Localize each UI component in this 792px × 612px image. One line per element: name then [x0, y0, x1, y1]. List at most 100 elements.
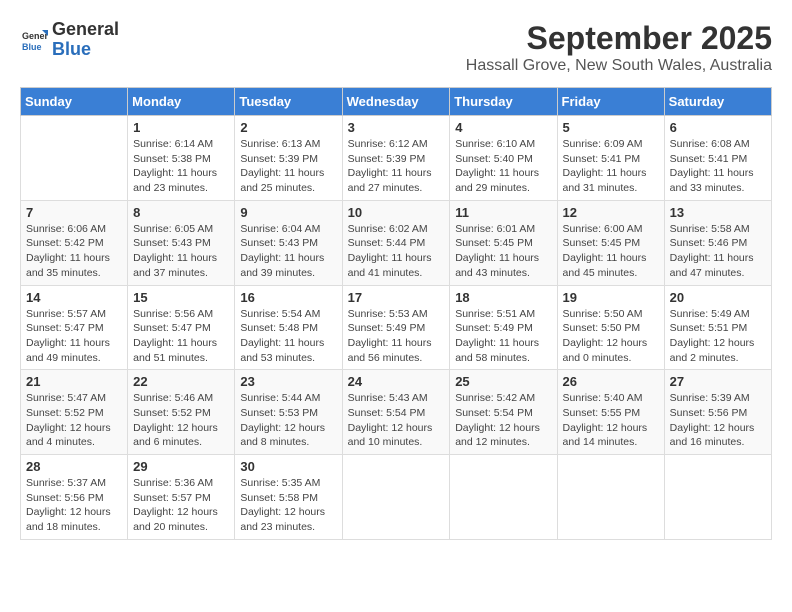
weekday-header-thursday: Thursday [450, 88, 557, 116]
day-number: 11 [455, 205, 551, 220]
svg-text:General: General [22, 31, 48, 41]
day-number: 14 [26, 290, 122, 305]
day-number: 19 [563, 290, 659, 305]
calendar-cell: 26 Sunrise: 5:40 AM Sunset: 5:55 PM Dayli… [557, 370, 664, 455]
calendar-cell: 15 Sunrise: 5:56 AM Sunset: 5:47 PM Dayli… [128, 285, 235, 370]
calendar-cell: 29Sunrise: 5:36 AM Sunset: 5:57 PM Dayli… [128, 455, 235, 540]
calendar-cell [664, 455, 771, 540]
day-number: 7 [26, 205, 122, 220]
day-number: 13 [670, 205, 766, 220]
day-info: Sunrise: 5:49 AM Sunset: 5:51 PM Dayligh… [670, 307, 766, 366]
day-info: Sunrise: 6:09 AM Sunset: 5:41 PM Dayligh… [563, 137, 659, 196]
day-info: Sunrise: 5:54 AM Sunset: 5:48 PM Dayligh… [240, 307, 336, 366]
calendar-cell: 2 Sunrise: 6:13 AM Sunset: 5:39 PM Daylig… [235, 116, 342, 201]
day-info: Sunrise: 6:13 AM Sunset: 5:39 PM Dayligh… [240, 137, 336, 196]
day-number: 4 [455, 120, 551, 135]
day-info: Sunrise: 6:14 AM Sunset: 5:38 PM Dayligh… [133, 137, 229, 196]
weekday-header-friday: Friday [557, 88, 664, 116]
month-title: September 2025 [466, 20, 772, 57]
weekday-header-saturday: Saturday [664, 88, 771, 116]
day-number: 26 [563, 374, 659, 389]
day-number: 5 [563, 120, 659, 135]
day-info: Sunrise: 5:44 AM Sunset: 5:53 PM Dayligh… [240, 391, 336, 450]
week-row-4: 21 Sunrise: 5:47 AM Sunset: 5:52 PM Dayli… [21, 370, 772, 455]
day-info: Sunrise: 6:01 AM Sunset: 5:45 PM Dayligh… [455, 222, 551, 281]
logo-icon: General Blue [20, 26, 48, 54]
day-info: Sunrise: 5:53 AM Sunset: 5:49 PM Dayligh… [348, 307, 445, 366]
day-number: 23 [240, 374, 336, 389]
calendar-cell: 6 Sunrise: 6:08 AM Sunset: 5:41 PM Daylig… [664, 116, 771, 201]
calendar-cell: 9Sunrise: 6:04 AM Sunset: 5:43 PM Daylig… [235, 200, 342, 285]
calendar-cell: 20 Sunrise: 5:49 AM Sunset: 5:51 PM Dayli… [664, 285, 771, 370]
day-info: Sunrise: 5:43 AM Sunset: 5:54 PM Dayligh… [348, 391, 445, 450]
calendar-cell: 19 Sunrise: 5:50 AM Sunset: 5:50 PM Dayli… [557, 285, 664, 370]
calendar-cell [21, 116, 128, 201]
day-number: 24 [348, 374, 445, 389]
day-number: 2 [240, 120, 336, 135]
day-number: 10 [348, 205, 445, 220]
calendar-cell: 13 Sunrise: 5:58 AM Sunset: 5:46 PM Dayli… [664, 200, 771, 285]
svg-text:Blue: Blue [22, 42, 42, 52]
day-number: 12 [563, 205, 659, 220]
day-info: Sunrise: 5:46 AM Sunset: 5:52 PM Dayligh… [133, 391, 229, 450]
calendar-cell: 16 Sunrise: 5:54 AM Sunset: 5:48 PM Dayli… [235, 285, 342, 370]
day-info: Sunrise: 5:47 AM Sunset: 5:52 PM Dayligh… [26, 391, 122, 450]
day-number: 28 [26, 459, 122, 474]
day-info: Sunrise: 5:37 AM Sunset: 5:56 PM Dayligh… [26, 476, 122, 535]
calendar-cell: 12 Sunrise: 6:00 AM Sunset: 5:45 PM Dayli… [557, 200, 664, 285]
day-info: Sunrise: 5:57 AM Sunset: 5:47 PM Dayligh… [26, 307, 122, 366]
day-info: Sunrise: 6:00 AM Sunset: 5:45 PM Dayligh… [563, 222, 659, 281]
day-info: Sunrise: 6:05 AM Sunset: 5:43 PM Dayligh… [133, 222, 229, 281]
calendar-cell: 25 Sunrise: 5:42 AM Sunset: 5:54 PM Dayli… [450, 370, 557, 455]
day-info: Sunrise: 6:12 AM Sunset: 5:39 PM Dayligh… [348, 137, 445, 196]
day-number: 9 [240, 205, 336, 220]
weekday-header-sunday: Sunday [21, 88, 128, 116]
calendar-cell: 28 Sunrise: 5:37 AM Sunset: 5:56 PM Dayli… [21, 455, 128, 540]
day-info: Sunrise: 5:39 AM Sunset: 5:56 PM Dayligh… [670, 391, 766, 450]
day-number: 6 [670, 120, 766, 135]
week-row-3: 14 Sunrise: 5:57 AM Sunset: 5:47 PM Dayli… [21, 285, 772, 370]
day-info: Sunrise: 5:51 AM Sunset: 5:49 PM Dayligh… [455, 307, 551, 366]
calendar: SundayMondayTuesdayWednesdayThursdayFrid… [20, 87, 772, 540]
logo-text: General Blue [52, 20, 119, 60]
day-number: 25 [455, 374, 551, 389]
day-info: Sunrise: 5:58 AM Sunset: 5:46 PM Dayligh… [670, 222, 766, 281]
week-row-2: 7Sunrise: 6:06 AM Sunset: 5:42 PM Daylig… [21, 200, 772, 285]
calendar-cell: 17 Sunrise: 5:53 AM Sunset: 5:49 PM Dayli… [342, 285, 450, 370]
logo: General Blue General Blue [20, 20, 119, 60]
day-info: Sunrise: 5:35 AM Sunset: 5:58 PM Dayligh… [240, 476, 336, 535]
weekday-header-monday: Monday [128, 88, 235, 116]
day-number: 17 [348, 290, 445, 305]
day-number: 16 [240, 290, 336, 305]
calendar-cell: 11 Sunrise: 6:01 AM Sunset: 5:45 PM Dayli… [450, 200, 557, 285]
calendar-cell: 4 Sunrise: 6:10 AM Sunset: 5:40 PM Daylig… [450, 116, 557, 201]
day-info: Sunrise: 5:36 AM Sunset: 5:57 PM Dayligh… [133, 476, 229, 535]
day-number: 30 [240, 459, 336, 474]
day-info: Sunrise: 5:50 AM Sunset: 5:50 PM Dayligh… [563, 307, 659, 366]
day-info: Sunrise: 6:02 AM Sunset: 5:44 PM Dayligh… [348, 222, 445, 281]
weekday-header-wednesday: Wednesday [342, 88, 450, 116]
calendar-cell: 27 Sunrise: 5:39 AM Sunset: 5:56 PM Dayli… [664, 370, 771, 455]
calendar-cell: 24 Sunrise: 5:43 AM Sunset: 5:54 PM Dayli… [342, 370, 450, 455]
day-info: Sunrise: 5:56 AM Sunset: 5:47 PM Dayligh… [133, 307, 229, 366]
day-info: Sunrise: 5:42 AM Sunset: 5:54 PM Dayligh… [455, 391, 551, 450]
day-number: 1 [133, 120, 229, 135]
day-number: 20 [670, 290, 766, 305]
calendar-cell [557, 455, 664, 540]
day-number: 3 [348, 120, 445, 135]
week-row-1: 1 Sunrise: 6:14 AM Sunset: 5:38 PM Daylig… [21, 116, 772, 201]
location-title: Hassall Grove, New South Wales, Australi… [466, 57, 772, 75]
calendar-cell: 21 Sunrise: 5:47 AM Sunset: 5:52 PM Dayli… [21, 370, 128, 455]
day-number: 27 [670, 374, 766, 389]
day-info: Sunrise: 6:08 AM Sunset: 5:41 PM Dayligh… [670, 137, 766, 196]
calendar-cell: 18Sunrise: 5:51 AM Sunset: 5:49 PM Dayli… [450, 285, 557, 370]
day-info: Sunrise: 6:10 AM Sunset: 5:40 PM Dayligh… [455, 137, 551, 196]
calendar-cell: 14 Sunrise: 5:57 AM Sunset: 5:47 PM Dayli… [21, 285, 128, 370]
day-number: 15 [133, 290, 229, 305]
calendar-cell [342, 455, 450, 540]
day-info: Sunrise: 5:40 AM Sunset: 5:55 PM Dayligh… [563, 391, 659, 450]
calendar-cell: 1 Sunrise: 6:14 AM Sunset: 5:38 PM Daylig… [128, 116, 235, 201]
day-number: 21 [26, 374, 122, 389]
weekday-header-tuesday: Tuesday [235, 88, 342, 116]
calendar-cell: 8Sunrise: 6:05 AM Sunset: 5:43 PM Daylig… [128, 200, 235, 285]
